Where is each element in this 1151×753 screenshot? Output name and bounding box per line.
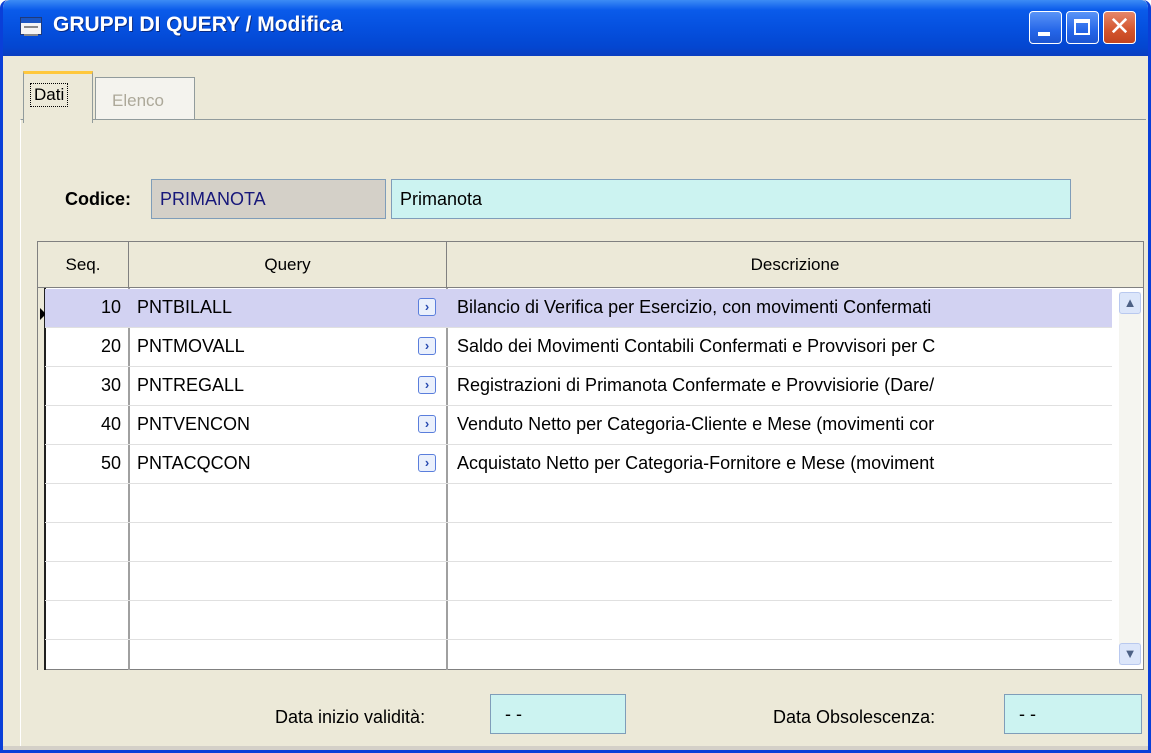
descrizione-field[interactable]: Primanota: [391, 179, 1071, 219]
close-icon: ✕: [1108, 12, 1131, 42]
data-obsolescenza-label: Data Obsolescenza:: [773, 707, 936, 727]
cell-query[interactable]: PNTVENCON: [137, 414, 250, 435]
close-button[interactable]: ✕: [1103, 11, 1136, 44]
scroll-up-button[interactable]: ▲: [1119, 292, 1141, 314]
maximize-button[interactable]: [1066, 11, 1099, 44]
cell-seq: 50: [100, 453, 121, 473]
data-inizio-field[interactable]: - -: [490, 694, 626, 734]
cell-descrizione[interactable]: Bilancio di Verifica per Esercizio, con …: [457, 297, 1107, 318]
tab-dati[interactable]: Dati: [23, 71, 93, 123]
query-lookup-icon[interactable]: ›: [418, 454, 436, 472]
status-strip: [3, 746, 1148, 750]
cell-descrizione[interactable]: Saldo dei Movimenti Contabili Confermati…: [457, 336, 1107, 357]
data-obsolescenza-field[interactable]: - -: [1004, 694, 1142, 734]
table-row[interactable]: 30 PNTREGALL › Registrazioni di Primanot…: [45, 367, 1112, 406]
data-inizio-label: Data inizio validità:: [275, 707, 426, 727]
cell-descrizione[interactable]: Venduto Netto per Categoria-Cliente e Me…: [457, 414, 1107, 435]
tab-dati-label: Dati: [30, 83, 69, 107]
query-lookup-icon[interactable]: ›: [418, 337, 436, 355]
tab-elenco-label: Elenco: [112, 91, 164, 110]
app-window-icon: [20, 17, 42, 36]
cell-seq: 20: [100, 336, 121, 356]
minimize-button[interactable]: [1029, 11, 1062, 44]
empty-row[interactable]: [45, 484, 1112, 523]
cell-descrizione[interactable]: Acquistato Netto per Categoria-Fornitore…: [457, 453, 1107, 474]
maximize-icon: [1074, 19, 1090, 35]
tab-elenco[interactable]: Elenco: [95, 77, 195, 119]
cell-query[interactable]: PNTMOVALL: [137, 336, 245, 357]
cell-query[interactable]: PNTACQCON: [137, 453, 251, 474]
scroll-down-button[interactable]: ▼: [1119, 643, 1141, 665]
query-lookup-icon[interactable]: ›: [418, 376, 436, 394]
query-lookup-icon[interactable]: ›: [418, 415, 436, 433]
title-bar[interactable]: GRUPPI DI QUERY / Modifica ✕: [3, 0, 1148, 56]
cell-query[interactable]: PNTBILALL: [137, 297, 232, 318]
query-lookup-icon[interactable]: ›: [418, 298, 436, 316]
table-row[interactable]: 40 PNTVENCON › Venduto Netto per Categor…: [45, 406, 1112, 445]
codice-label: Codice:: [65, 189, 132, 209]
table-row[interactable]: 50 PNTACQCON › Acquistato Netto per Cate…: [45, 445, 1112, 484]
cell-seq: 10: [100, 297, 121, 317]
grid-header: Seq. Query Descrizione: [38, 242, 1143, 288]
column-header-query[interactable]: Query: [129, 242, 447, 287]
table-row[interactable]: 20 PNTMOVALL › Saldo dei Movimenti Conta…: [45, 328, 1112, 367]
cell-seq: 40: [100, 414, 121, 434]
query-group-window: GRUPPI DI QUERY / Modifica ✕ Dati Elenco…: [0, 0, 1151, 753]
empty-row[interactable]: [45, 601, 1112, 640]
empty-row[interactable]: [45, 523, 1112, 562]
table-row[interactable]: 10 PNTBILALL › Bilancio di Verifica per …: [45, 289, 1112, 328]
cell-query[interactable]: PNTREGALL: [137, 375, 244, 396]
column-header-descrizione[interactable]: Descrizione: [447, 242, 1143, 287]
empty-row[interactable]: [45, 562, 1112, 601]
query-grid[interactable]: Seq. Query Descrizione 10 PNTBILALL › Bi…: [37, 241, 1144, 670]
cell-descrizione[interactable]: Registrazioni di Primanota Confermate e …: [457, 375, 1107, 396]
cell-seq: 30: [100, 375, 121, 395]
minimize-icon: [1038, 32, 1050, 36]
window-title: GRUPPI DI QUERY / Modifica: [53, 13, 343, 36]
column-header-seq[interactable]: Seq.: [38, 242, 129, 287]
vertical-scrollbar[interactable]: ▲ ▼: [1119, 292, 1141, 665]
codice-field[interactable]: PRIMANOTA: [151, 179, 386, 219]
